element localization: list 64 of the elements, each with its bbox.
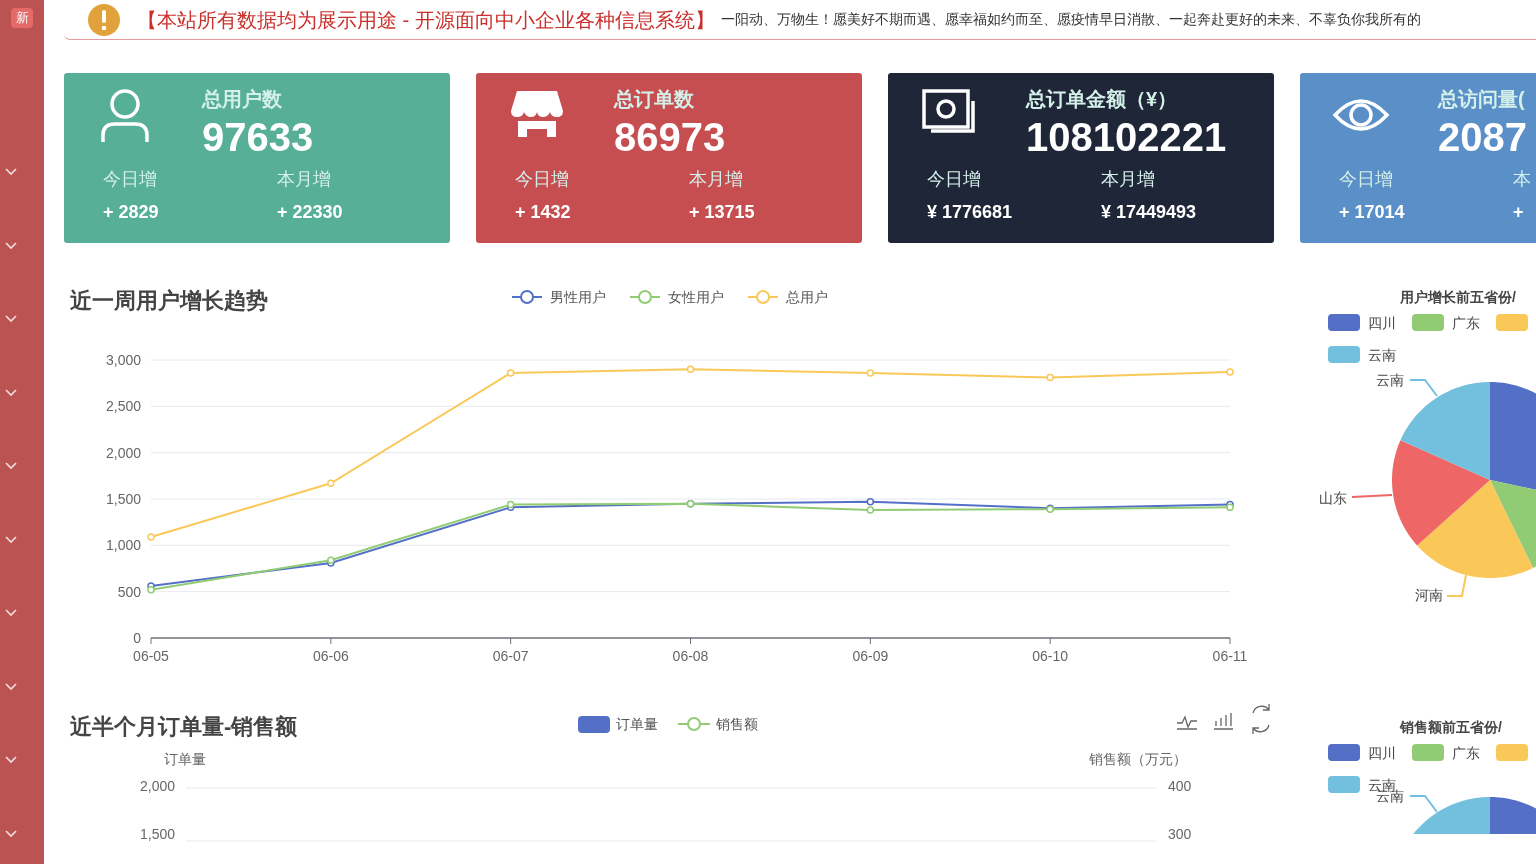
card-title: 总订单数	[614, 87, 695, 111]
legend-label: 四川	[1368, 745, 1396, 761]
card-title: 总访问量(	[1438, 87, 1526, 111]
stat-label: 本	[1513, 168, 1532, 191]
slice-label: 山东	[1319, 490, 1347, 506]
legend-label: 女性用户	[668, 289, 724, 305]
stat-label: 今日增	[103, 168, 158, 191]
axis-tick-label: 2,000	[139, 778, 175, 794]
card-value: 108102221	[1026, 114, 1227, 161]
legend-label: 总用户	[786, 289, 828, 305]
axis-tick-label: 400	[1168, 778, 1192, 794]
axis-name: 订单量	[164, 751, 206, 767]
legend-label: 四川	[1368, 315, 1396, 331]
stat-value: + 22330	[277, 201, 344, 224]
stat-label: 今日增	[927, 168, 982, 191]
card-value: 86973	[614, 114, 726, 161]
stat-value: ¥ 1776681	[927, 201, 1014, 224]
legend-label: 云南	[1368, 347, 1396, 363]
axis-tick-label: 06-08	[672, 648, 709, 664]
axis-name: 销售额（万元）	[1089, 751, 1187, 767]
axis-tick-label: 06-07	[492, 648, 529, 664]
card-title: 总订单金额（¥）	[1026, 87, 1179, 111]
legend-label: 广东	[1452, 315, 1480, 331]
axis-tick-label: 300	[1168, 826, 1192, 842]
card-title: 总用户数	[202, 87, 283, 111]
stat-label: 本月增	[277, 168, 332, 191]
stat-value: +	[1513, 201, 1525, 224]
axis-tick-label: 1,500	[105, 491, 141, 507]
stat-label: 今日增	[515, 168, 570, 191]
axis-tick-label: 3,000	[105, 352, 141, 368]
axis-tick-label: 06-11	[1212, 648, 1248, 664]
axis-tick-label: 2,000	[105, 444, 141, 461]
legend-label: 男性用户	[550, 289, 606, 305]
notice-message: 一阳动、万物生！愿美好不期而遇、愿幸福如约而至、愿疫情早日消散、一起奔赴更好的未来、不辜负你我所有的	[720, 10, 1421, 29]
stat-value: ¥ 17449493	[1101, 201, 1198, 224]
axis-tick-label: 1,500	[139, 826, 175, 842]
slice-label: 云南	[1376, 372, 1404, 388]
card-value: 97633	[202, 114, 314, 161]
notice-title: 【本站所有数据均为展示用途 - 开源面向中小企业各种信息系统】	[137, 7, 715, 33]
chart-title: 近一周用户增长趋势	[70, 288, 268, 313]
chart-title: 近半个月订单量-销售额	[70, 714, 298, 739]
axis-tick-label: 06-05	[133, 648, 169, 664]
card-value: 2087	[1438, 114, 1527, 161]
stat-label: 本月增	[689, 168, 744, 191]
axis-tick-label: 06-09	[852, 648, 889, 664]
axis-tick-label: 06-10	[1032, 648, 1069, 664]
stat-label: 今日增	[1339, 168, 1394, 191]
legend-label: 广东	[1452, 745, 1480, 761]
stat-value: + 17014	[1339, 201, 1406, 224]
axis-tick-label: 500	[117, 583, 141, 600]
axis-tick-label: 0	[133, 630, 141, 646]
legend-label: 销售额	[716, 716, 758, 732]
axis-tick-label: 1,000	[105, 537, 141, 554]
stat-value: + 13715	[689, 201, 756, 224]
stat-label: 本月增	[1101, 168, 1156, 191]
axis-tick-label: 2,500	[105, 398, 141, 415]
new-badge: 新	[11, 8, 33, 28]
legend-label: 订单量	[616, 716, 658, 732]
chart-title: 销售额前五省份/	[1400, 719, 1502, 735]
stat-value: + 1432	[515, 201, 572, 224]
axis-tick-label: 06-06	[312, 648, 349, 664]
chart-title: 用户增长前五省份/	[1400, 289, 1516, 305]
stat-value: + 2829	[103, 201, 160, 224]
slice-label: 河南	[1415, 587, 1443, 603]
